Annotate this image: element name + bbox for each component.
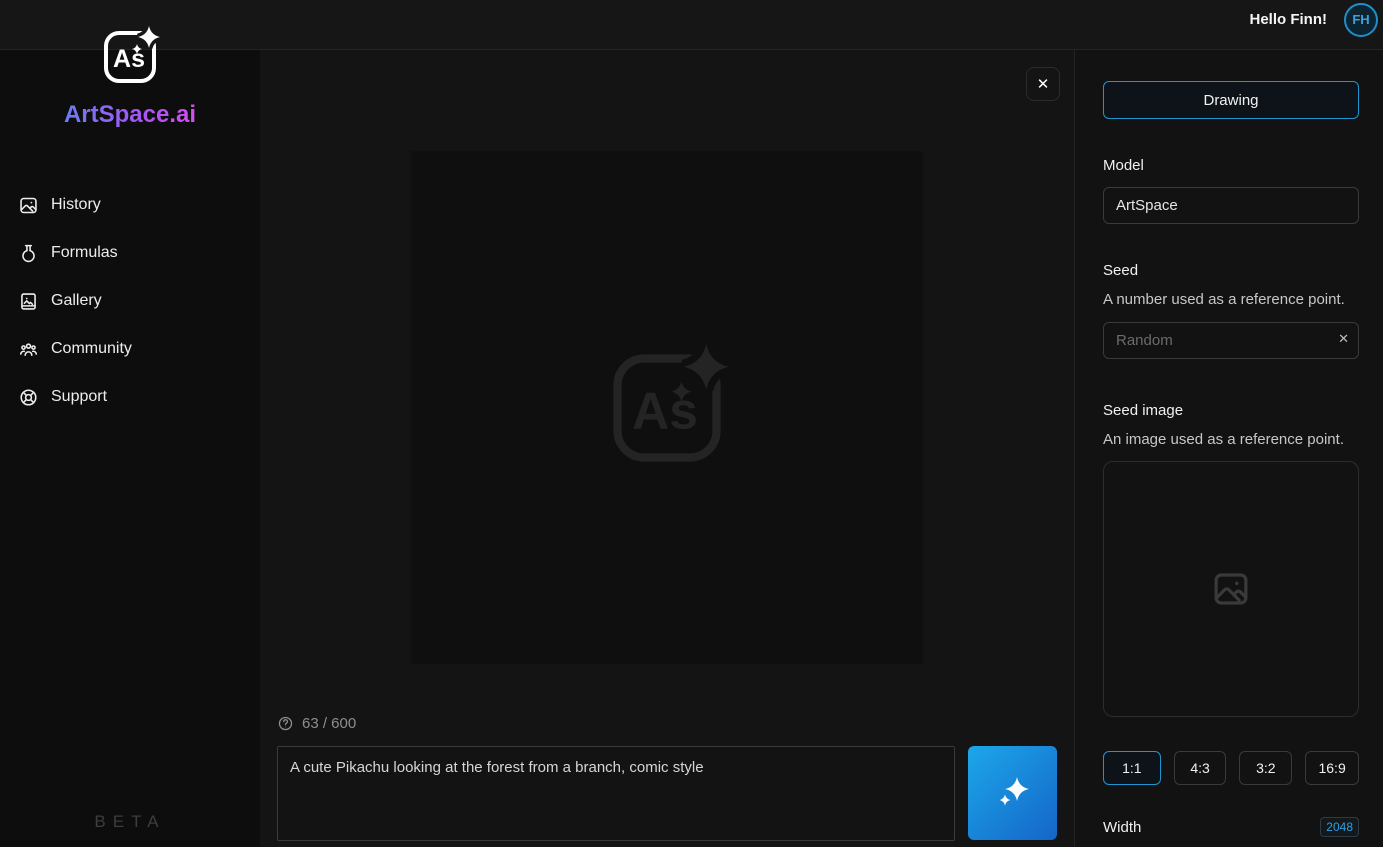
aspect-ratio-group: 1:1 4:3 3:2 16:9	[1103, 751, 1359, 785]
seed-image-label: Seed image	[1103, 402, 1359, 419]
seed-field-wrap: ✕	[1103, 322, 1359, 359]
image-placeholder-icon	[1210, 568, 1252, 610]
gallery-book-icon	[18, 291, 39, 312]
char-counter: 63 / 600	[302, 715, 356, 732]
aspect-ratio-16-9[interactable]: 16:9	[1305, 751, 1359, 785]
sidebar-item-label: Formulas	[51, 244, 118, 262]
model-value: ArtSpace	[1116, 197, 1178, 214]
sidebar-item-community[interactable]: Community	[0, 325, 260, 373]
generation-canvas	[411, 151, 923, 664]
sparkles-icon	[993, 773, 1033, 813]
artspace-app: Hello Finn! FH ArtSpace.ai History Formu…	[0, 0, 1383, 847]
image-icon	[18, 195, 39, 216]
sidebar-nav: History Formulas Gallery	[0, 181, 260, 421]
sidebar-item-label: Support	[51, 388, 107, 406]
aspect-ratio-1-1[interactable]: 1:1	[1103, 751, 1161, 785]
brand-title: ArtSpace.ai	[64, 101, 196, 129]
seed-image-dropzone[interactable]	[1103, 461, 1359, 717]
char-counter-row: 63 / 600	[277, 715, 356, 732]
aspect-ratio-4-3[interactable]: 4:3	[1174, 751, 1227, 785]
sidebar-item-label: Gallery	[51, 292, 102, 310]
settings-panel: Drawing Model ArtSpace Seed A number use…	[1074, 50, 1383, 847]
sidebar-item-formulas[interactable]: Formulas	[0, 229, 260, 277]
main-area: ✕ 63 / 600 A cute Pikachu looking at the…	[260, 50, 1074, 847]
sidebar-item-history[interactable]: History	[0, 181, 260, 229]
flask-icon	[18, 243, 39, 264]
greeting-text: Hello Finn!	[1250, 11, 1328, 28]
sidebar-content: History Formulas Gallery	[0, 50, 260, 847]
lifebuoy-icon	[18, 387, 39, 408]
seed-input[interactable]	[1103, 322, 1359, 359]
aspect-ratio-3-2[interactable]: 3:2	[1239, 751, 1292, 785]
model-label: Model	[1103, 157, 1359, 174]
width-label: Width	[1103, 819, 1141, 836]
beta-badge: BETA	[0, 812, 260, 832]
avatar-initials: FH	[1352, 12, 1369, 27]
seed-image-description: An image used as a reference point.	[1103, 431, 1359, 448]
seed-description: A number used as a reference point.	[1103, 291, 1359, 308]
brand-logo-link[interactable]: ArtSpace.ai	[0, 25, 260, 129]
width-value[interactable]: 2048	[1320, 817, 1359, 837]
seed-label: Seed	[1103, 262, 1359, 279]
width-row: Width 2048	[1103, 817, 1359, 837]
sidebar-item-gallery[interactable]: Gallery	[0, 277, 260, 325]
clear-seed-icon[interactable]: ✕	[1338, 331, 1349, 347]
prompt-input[interactable]: A cute Pikachu looking at the forest fro…	[277, 746, 955, 841]
close-button[interactable]: ✕	[1026, 67, 1060, 101]
model-select[interactable]: ArtSpace	[1103, 187, 1359, 224]
people-icon	[18, 339, 39, 360]
canvas-placeholder-logo-icon	[601, 342, 733, 474]
artspace-logo-icon	[98, 25, 162, 89]
help-icon[interactable]	[277, 715, 294, 732]
generate-button[interactable]	[968, 746, 1057, 840]
sidebar-item-support[interactable]: Support	[0, 373, 260, 421]
user-avatar[interactable]: FH	[1344, 3, 1378, 37]
sidebar-item-label: Community	[51, 340, 132, 358]
sidebar-item-label: History	[51, 196, 101, 214]
drawing-mode-button[interactable]: Drawing	[1103, 81, 1359, 119]
